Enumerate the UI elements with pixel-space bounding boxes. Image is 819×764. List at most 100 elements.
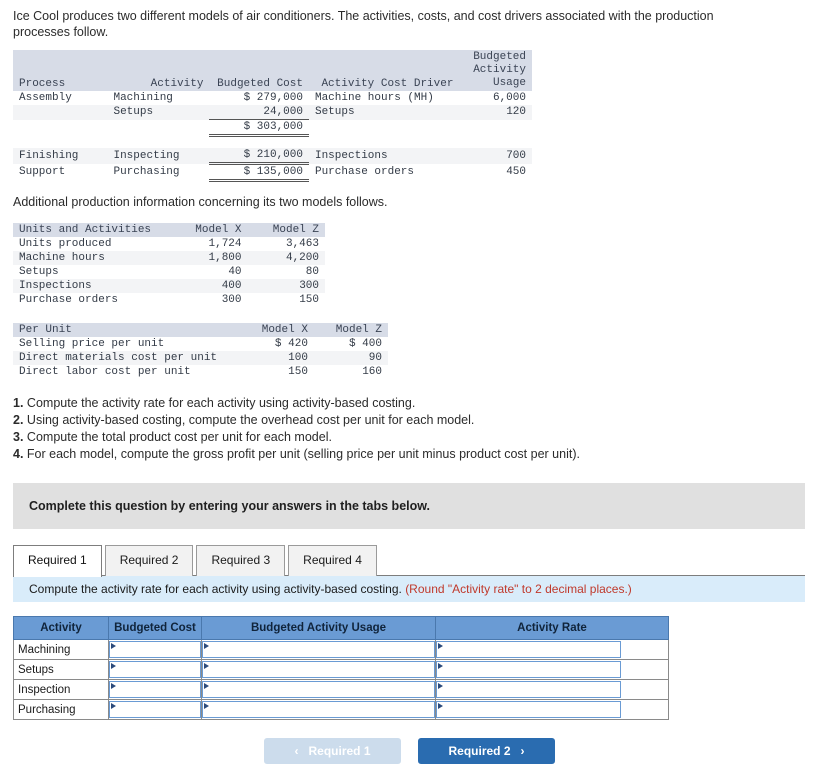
cell-activity-rate[interactable] <box>435 699 669 720</box>
cell-label: Machine hours <box>13 251 171 265</box>
table-row: Selling price per unit $ 420 $ 400 <box>13 337 388 351</box>
budgeted-usage-input[interactable] <box>202 661 435 678</box>
col-units-and-activities: Units and Activities <box>13 223 171 237</box>
cell-activity: Setups <box>107 105 210 120</box>
col-process: Process <box>13 50 108 91</box>
cell-budgeted-usage[interactable] <box>201 639 436 660</box>
cell-budgeted-cost[interactable] <box>108 679 202 700</box>
cell-cost-driver: Setups <box>308 105 460 120</box>
col-activity-cost-driver: Activity Cost Driver <box>308 50 460 91</box>
activity-rate-input[interactable] <box>436 681 621 698</box>
cell-model-x: 40 <box>228 266 242 278</box>
previous-required-button[interactable]: ‹ Required 1 <box>264 738 401 764</box>
col-usage-line3: Usage <box>492 77 526 89</box>
cell-budgeted-usage[interactable] <box>201 699 436 720</box>
budgeted-usage-input[interactable] <box>202 701 435 718</box>
requirement-text: Using activity-based costing, compute th… <box>26 413 475 427</box>
cell-budgeted-cost[interactable] <box>108 639 202 660</box>
table-row: Purchasing <box>13 699 669 720</box>
intro-paragraph: Ice Cool produces two different models o… <box>13 9 714 39</box>
activity-rate-input[interactable] <box>436 641 621 658</box>
units-and-activities-table: Units and Activities Model X Model Z Uni… <box>13 223 325 307</box>
cell-cost-driver: Inspections <box>308 148 460 164</box>
budgeted-cost-input[interactable] <box>109 661 201 678</box>
col-usage-line2: Activity <box>473 64 526 76</box>
cell-activity-rate[interactable] <box>435 679 669 700</box>
table-row: Setups <box>13 659 669 680</box>
additional-info-paragraph: Additional production information concer… <box>13 195 388 209</box>
cell-usage: 700 <box>459 148 532 164</box>
cell-model-z: 90 <box>313 351 388 365</box>
activity-rate-input[interactable] <box>436 661 621 678</box>
budgeted-usage-input[interactable] <box>202 681 435 698</box>
cell-budgeted-usage[interactable] <box>201 659 436 680</box>
budgeted-cost-input[interactable] <box>109 701 201 718</box>
answer-header-row: Activity Budgeted Cost Budgeted Activity… <box>13 616 669 640</box>
budgeted-usage-input[interactable] <box>202 641 435 658</box>
activity-rate-input[interactable] <box>436 701 621 718</box>
col-budgeted-activity-usage: Budgeted Activity Usage <box>459 50 532 91</box>
budgeted-cost-input[interactable] <box>109 681 201 698</box>
cell-model-z: 4,200 <box>247 251 325 265</box>
cell-budgeted-cost: $ 279,000 <box>243 92 303 104</box>
cell-budgeted-cost[interactable] <box>108 699 202 720</box>
requirement-item-4: 4. For each model, compute the gross pro… <box>13 446 819 463</box>
table-row: Finishing Inspecting $ 210,000 Inspectio… <box>13 148 532 165</box>
table-row: Assembly Machining $ 279,000 Machine hou… <box>13 91 532 105</box>
cell-activity-rate[interactable] <box>435 659 669 680</box>
question-text: Compute the activity rate for each activ… <box>29 582 402 596</box>
col-usage-line1: Budgeted <box>473 51 526 63</box>
requirement-number: 1. <box>13 396 24 410</box>
requirement-item-3: 3. Compute the total product cost per un… <box>13 429 819 446</box>
table-spacer-row <box>13 136 532 149</box>
col-model-x: Model X <box>239 323 314 337</box>
budgeted-cost-input[interactable] <box>109 641 201 658</box>
tab-label: Required 1 <box>28 553 87 567</box>
table-row: Setups 24,000 Setups 120 <box>13 105 532 120</box>
cell-activity: Inspecting <box>107 148 210 164</box>
table-row: Support Purchasing $ 135,000 Purchase or… <box>13 163 532 182</box>
table-row: Inspections 400 300 <box>13 279 325 293</box>
tab-required-4[interactable]: Required 4 <box>288 545 377 576</box>
requirement-number: 2. <box>13 413 24 427</box>
spacer-cell <box>13 136 532 149</box>
cell-label: Direct labor cost per unit <box>19 366 191 378</box>
tab-required-3[interactable]: Required 3 <box>196 545 286 576</box>
col-budgeted-cost: Budgeted Cost <box>108 616 202 640</box>
cell-activity <box>107 120 209 136</box>
next-required-button[interactable]: Required 2 › <box>418 738 555 764</box>
cell-model-z: 150 <box>299 294 319 306</box>
cell-label: Direct materials cost per unit <box>13 351 240 365</box>
cell-usage: 450 <box>506 166 526 178</box>
cell-budgeted-cost[interactable] <box>108 659 202 680</box>
cell-activity-label: Machining <box>13 639 109 660</box>
cell-usage: 120 <box>459 105 532 120</box>
requirement-item-1: 1. Compute the activity rate for each ac… <box>13 395 819 412</box>
navigation-buttons: ‹ Required 1 Required 2 › <box>0 738 819 764</box>
rounding-hint: (Round "Activity rate" to 2 decimal plac… <box>405 582 632 596</box>
exercise-page: Ice Cool produces two different models o… <box>0 0 819 764</box>
table-row: Machine hours 1,800 4,200 <box>13 251 325 265</box>
cell-activity-rate[interactable] <box>435 639 669 660</box>
cell-model-z: 160 <box>362 366 382 378</box>
cell-label: Units produced <box>19 238 112 250</box>
col-activity-rate: Activity Rate <box>435 616 669 640</box>
table-row: Direct materials cost per unit 100 90 <box>13 351 388 365</box>
cell-budgeted-usage[interactable] <box>201 679 436 700</box>
previous-button-label: Required 1 <box>308 744 371 758</box>
cell-process: Assembly <box>19 92 72 104</box>
requirement-text: For each model, compute the gross profit… <box>26 447 580 461</box>
cell-model-x: $ 420 <box>274 338 308 350</box>
instruction-banner: Complete this question by entering your … <box>13 483 805 529</box>
cell-model-x: 400 <box>170 279 248 293</box>
table-row: Machining <box>13 639 669 660</box>
tab-required-2[interactable]: Required 2 <box>104 545 194 576</box>
cell-model-x: 1,724 <box>208 238 242 250</box>
col-activity: Activity <box>107 50 210 91</box>
col-budgeted-activity-usage: Budgeted Activity Usage <box>201 616 436 640</box>
cell-model-x: 1,800 <box>170 251 248 265</box>
cell-model-x: 300 <box>221 294 242 306</box>
question-banner: Compute the activity rate for each activ… <box>13 576 805 602</box>
tab-required-1[interactable]: Required 1 <box>13 545 102 577</box>
table-header-row: Per Unit Model X Model Z <box>13 323 388 337</box>
